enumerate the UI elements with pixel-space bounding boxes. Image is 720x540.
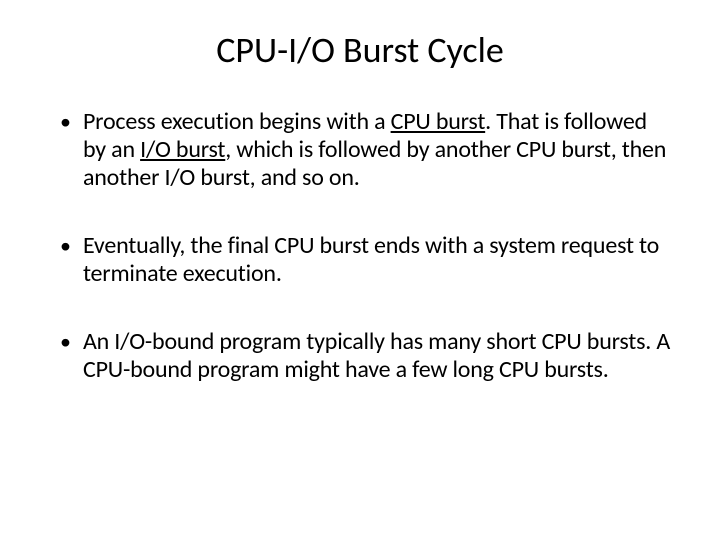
bullet-text-1: Process execution begins with a CPU burs… <box>83 108 672 192</box>
bullet-text-3: An I/O-bound program typically has many … <box>83 328 672 384</box>
bullet-marker: • <box>60 232 71 288</box>
slide-content: • Process execution begins with a CPU bu… <box>48 108 672 384</box>
bullet-item: • Eventually, the final CPU burst ends w… <box>60 232 672 288</box>
underline-io-burst: I/O burst <box>140 135 225 164</box>
bullet-item: • Process execution begins with a CPU bu… <box>60 108 672 192</box>
underline-cpu-burst: CPU burst <box>391 107 486 136</box>
bullet-marker: • <box>60 108 71 192</box>
bullet-text-2: Eventually, the final CPU burst ends wit… <box>83 232 672 288</box>
bullet-marker: • <box>60 328 71 384</box>
slide-title: CPU-I/O Burst Cycle <box>48 28 672 72</box>
bullet-item: • An I/O-bound program typically has man… <box>60 328 672 384</box>
